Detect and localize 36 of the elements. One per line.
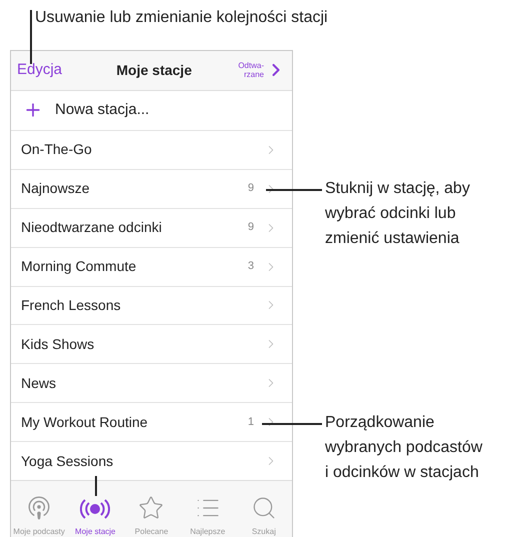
station-name: Nieodtwarzane odcinki: [21, 218, 163, 238]
leader-line: [262, 423, 322, 424]
episode-count: 1: [248, 415, 254, 430]
station-row[interactable]: Kids Shows: [11, 324, 292, 364]
leader-line: [95, 476, 96, 496]
callout-text: Usuwanie lub zmienianie kolejności stacji: [35, 8, 329, 28]
station-name: News: [21, 374, 58, 393]
station-row[interactable]: French Lessons: [11, 286, 292, 324]
leader-line: [30, 10, 32, 64]
station-name: French Lessons: [21, 296, 122, 315]
tab-button[interactable]: Moje stacje: [67, 497, 124, 536]
station-row[interactable]: News: [11, 363, 292, 402]
leader-line: [266, 189, 322, 190]
row-label: Nowa stacja...: [55, 100, 150, 120]
station-name: Yoga Sessions: [21, 452, 114, 471]
station-name: Morning Commute: [21, 257, 138, 276]
station-row[interactable]: Morning Commute 3: [11, 246, 292, 286]
station-name: Najnowsze: [21, 179, 90, 198]
episode-count: 9: [248, 181, 254, 196]
station-name: Kids Shows: [21, 334, 96, 354]
new-station-row[interactable]: Nowa stacja...: [11, 90, 292, 130]
station-row[interactable]: Nieodtwarzane odcinki 9: [11, 208, 292, 247]
search-icon: [250, 495, 277, 522]
episode-count: 9: [248, 220, 254, 236]
station-row[interactable]: On-The-Go: [11, 130, 292, 169]
callout-text: Porządkowanie wybranych podcastów i odcinków w stacjach: [325, 413, 482, 483]
episode-count: 3: [248, 259, 254, 274]
podcast-icon: [26, 495, 52, 522]
nav-title: Moje stacje: [116, 60, 192, 80]
played-button[interactable]: Odtwa- rzane: [238, 60, 286, 80]
broadcast-icon: [80, 497, 110, 522]
station-name: On-The-Go: [21, 140, 93, 160]
star-icon: [138, 495, 164, 522]
station-name: My Workout Routine: [21, 412, 149, 432]
edit-button[interactable]: Edycja: [17, 59, 62, 82]
callout-text: Stuknij w stację, aby wybrać odcinki lub zmienić ustawienia: [325, 179, 471, 249]
